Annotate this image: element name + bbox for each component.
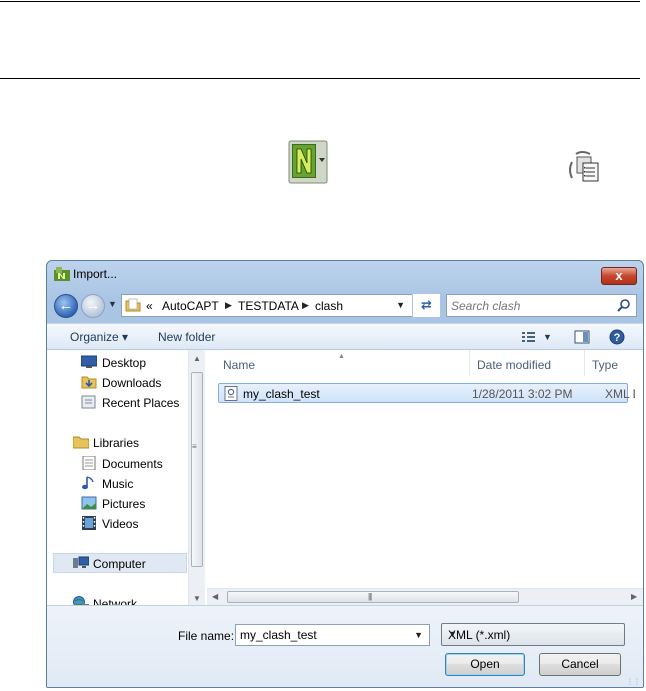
dialog-titlebar[interactable]: Import... x bbox=[47, 261, 643, 287]
scroll-grip-icon: ≡ bbox=[192, 442, 197, 451]
middle-rule bbox=[0, 78, 640, 79]
recent-places-icon bbox=[81, 395, 96, 409]
nav-scrollbar[interactable]: ▲ ≡ ▼ bbox=[188, 350, 205, 605]
scroll-left-icon[interactable]: ◀ bbox=[212, 592, 218, 601]
navisworks-app-icon[interactable] bbox=[288, 140, 328, 184]
libraries-icon bbox=[73, 436, 89, 449]
table-row[interactable]: my_clash_test 1/28/2011 3:02 PM XML Docu… bbox=[218, 383, 635, 403]
nav-item-pictures[interactable]: Pictures bbox=[102, 497, 145, 511]
svg-text:?: ? bbox=[614, 332, 621, 344]
column-header-type[interactable]: Type bbox=[584, 350, 643, 376]
nav-item-downloads[interactable]: Downloads bbox=[102, 376, 161, 390]
breadcrumb-separator-icon[interactable]: ▶ bbox=[302, 300, 309, 311]
breadcrumb-testdata[interactable]: TESTDATA bbox=[238, 299, 299, 313]
search-box[interactable] bbox=[446, 294, 637, 317]
column-header-date-label: Date modified bbox=[477, 358, 552, 372]
nav-item-computer[interactable]: Computer bbox=[93, 557, 146, 571]
nav-item-documents[interactable]: Documents bbox=[102, 457, 163, 471]
navigation-pane: Desktop Downloads Recent Places Librarie… bbox=[47, 350, 205, 611]
hscroll-thumb[interactable] bbox=[227, 591, 519, 603]
address-overflow[interactable]: « bbox=[146, 299, 153, 313]
music-icon bbox=[82, 476, 94, 490]
history-dropdown-icon[interactable]: ▼ bbox=[108, 299, 117, 309]
top-rule bbox=[0, 1, 640, 2]
search-icon[interactable] bbox=[617, 298, 631, 312]
preview-pane-icon[interactable] bbox=[574, 329, 590, 345]
file-name: my_clash_test bbox=[243, 387, 320, 401]
scroll-down-icon[interactable]: ▼ bbox=[193, 594, 201, 603]
scroll-up-icon[interactable]: ▲ bbox=[193, 354, 201, 363]
file-list-hscrollbar[interactable]: ◀ ||| ▶ bbox=[207, 588, 643, 605]
import-dialog: Import... x ← → ▼ « AutoCAPT ▶ TESTDATA … bbox=[46, 260, 644, 688]
nav-item-libraries[interactable]: Libraries bbox=[93, 436, 139, 450]
documents-icon bbox=[82, 456, 96, 470]
forward-arrow-icon[interactable]: → bbox=[81, 294, 105, 318]
address-bar[interactable]: « AutoCAPT ▶ TESTDATA ▶ clash ▼ bbox=[121, 294, 440, 317]
file-name-input[interactable] bbox=[240, 627, 410, 643]
organize-button[interactable]: Organize ▾ bbox=[70, 330, 128, 344]
file-date: 1/28/2011 3:02 PM bbox=[472, 387, 573, 401]
column-header-name-label: Name bbox=[223, 358, 256, 372]
breadcrumb-separator-icon[interactable]: ▶ bbox=[225, 300, 232, 311]
chevron-down-icon[interactable]: ▼ bbox=[414, 630, 423, 640]
downloads-icon bbox=[81, 376, 97, 389]
search-input[interactable] bbox=[451, 297, 611, 314]
column-header-name[interactable]: Name bbox=[215, 350, 469, 376]
address-row: ← → ▼ « AutoCAPT ▶ TESTDATA ▶ clash ▼ ⇄ bbox=[47, 291, 643, 321]
dialog-footer: File name: ▼ XML (*.xml) ▼ Open Cancel ⋮… bbox=[47, 605, 643, 687]
file-name-combo[interactable]: ▼ bbox=[235, 624, 430, 646]
videos-icon bbox=[82, 516, 96, 530]
address-dropdown-icon[interactable]: ▼ bbox=[396, 300, 405, 310]
pictures-icon bbox=[81, 496, 97, 510]
refresh-icon[interactable]: ⇄ bbox=[412, 294, 440, 317]
computer-icon bbox=[73, 556, 89, 568]
open-button[interactable]: Open bbox=[445, 653, 525, 676]
nav-item-desktop[interactable]: Desktop bbox=[102, 356, 146, 370]
file-name-label: File name: bbox=[178, 629, 235, 643]
resize-grip-icon[interactable]: ⋮⋮ bbox=[626, 677, 641, 686]
chevron-down-icon[interactable]: ▼ bbox=[448, 629, 618, 639]
xml-file-icon bbox=[224, 386, 238, 401]
cancel-button[interactable]: Cancel bbox=[539, 653, 621, 676]
file-type: XML Document bbox=[605, 387, 635, 401]
navisworks-app-icon bbox=[54, 267, 70, 281]
scroll-grip-icon: ||| bbox=[368, 592, 372, 601]
nav-item-recent-places[interactable]: Recent Places bbox=[102, 396, 179, 410]
breadcrumb-autocapt[interactable]: AutoCAPT bbox=[162, 299, 219, 313]
dialog-content: Desktop Downloads Recent Places Librarie… bbox=[47, 350, 643, 611]
folder-icon bbox=[125, 298, 141, 312]
column-header-type-label: Type bbox=[592, 358, 619, 372]
close-button[interactable]: x bbox=[601, 267, 637, 285]
help-icon[interactable]: ? bbox=[609, 329, 625, 345]
nav-item-videos[interactable]: Videos bbox=[102, 517, 138, 531]
back-arrow-icon[interactable]: ← bbox=[54, 294, 78, 318]
new-folder-button[interactable]: New folder bbox=[158, 330, 215, 344]
file-list-pane: ▲ Name Date modified Type my_clash_test … bbox=[207, 350, 643, 605]
clash-detective-icon[interactable] bbox=[566, 148, 604, 184]
views-dropdown-icon[interactable]: ▼ bbox=[543, 332, 552, 342]
scroll-right-icon[interactable]: ▶ bbox=[631, 592, 637, 601]
file-type-select[interactable]: XML (*.xml) ▼ bbox=[441, 623, 625, 646]
breadcrumb-clash[interactable]: clash bbox=[315, 299, 343, 313]
column-header-date[interactable]: Date modified bbox=[469, 350, 584, 376]
desktop-icon bbox=[81, 355, 97, 368]
nav-scroll-thumb[interactable] bbox=[191, 372, 203, 567]
nav-item-music[interactable]: Music bbox=[102, 477, 133, 491]
command-toolbar: Organize ▾ New folder ▼ ? bbox=[47, 323, 643, 350]
dialog-title: Import... bbox=[73, 267, 118, 281]
views-icon[interactable] bbox=[521, 329, 537, 345]
